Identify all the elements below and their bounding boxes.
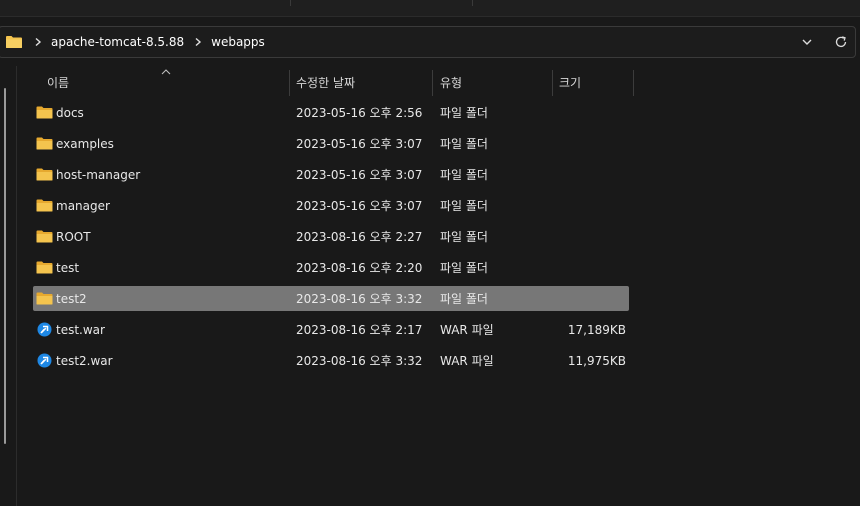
file-icon-cell — [36, 348, 54, 373]
file-type: 파일 폴더 — [440, 230, 488, 244]
file-row[interactable]: ROOT 2023-08-16 오후 2:27 파일 폴더 — [33, 224, 629, 249]
file-row[interactable]: test2 2023-08-16 오후 3:32 파일 폴더 — [33, 286, 629, 311]
file-icon-cell — [36, 162, 54, 187]
file-type: 파일 폴더 — [440, 199, 488, 213]
file-name: docs — [56, 105, 84, 120]
file-name: test — [56, 260, 80, 275]
refresh-button[interactable] — [831, 32, 851, 52]
chevron-right-icon[interactable] — [193, 37, 203, 47]
title-strip-divider — [290, 0, 291, 6]
navigation-pane-scrollbar[interactable] — [4, 88, 6, 444]
file-type: 파일 폴더 — [440, 137, 488, 151]
file-date-modified: 2023-08-16 오후 2:20 — [296, 261, 423, 275]
file-name: test2.war — [56, 353, 113, 368]
file-icon-cell — [36, 100, 54, 125]
column-header-size-label: 크기 — [559, 75, 582, 90]
file-size: 17,189KB — [567, 322, 626, 337]
folder-icon — [36, 168, 53, 181]
file-date-modified: 2023-08-16 오후 2:27 — [296, 230, 423, 244]
folder-icon — [36, 137, 53, 150]
file-type: 파일 폴더 — [440, 168, 488, 182]
file-name: examples — [56, 136, 114, 151]
chevron-right-icon[interactable] — [33, 37, 43, 47]
file-row[interactable]: docs 2023-05-16 오후 2:56 파일 폴더 — [33, 100, 629, 125]
column-resize-handle[interactable] — [633, 70, 634, 96]
file-name: test2 — [56, 291, 87, 306]
folder-icon — [36, 230, 53, 243]
file-date-modified: 2023-05-16 오후 2:56 — [296, 106, 423, 120]
file-row[interactable]: test2.war 2023-08-16 오후 3:32 WAR 파일 11,9… — [33, 348, 629, 373]
address-bar[interactable]: apache-tomcat-8.5.88 webapps — [0, 26, 856, 58]
file-name: host-manager — [56, 167, 141, 182]
war-file-icon — [37, 353, 52, 368]
folder-icon — [6, 36, 22, 48]
file-date-modified: 2023-08-16 오후 3:32 — [296, 354, 423, 368]
folder-icon — [36, 199, 53, 212]
file-icon-cell — [36, 317, 54, 342]
file-icon-cell — [36, 193, 54, 218]
file-type: 파일 폴더 — [440, 292, 488, 306]
file-type: 파일 폴더 — [440, 261, 488, 275]
column-header-date[interactable]: 수정한 날짜 — [296, 68, 431, 96]
folder-icon — [36, 106, 53, 119]
breadcrumb-item-webapps[interactable]: webapps — [211, 35, 265, 49]
refresh-icon — [835, 36, 847, 48]
file-row[interactable]: host-manager 2023-05-16 오후 3:07 파일 폴더 — [33, 162, 629, 187]
navigation-pane-divider[interactable] — [16, 66, 17, 506]
file-date-modified: 2023-05-16 오후 3:07 — [296, 199, 423, 213]
file-explorer-window: apache-tomcat-8.5.88 webapps 이름 수정한 날짜 유… — [0, 0, 860, 506]
column-header-size[interactable]: 크기 — [559, 68, 633, 96]
file-name: manager — [56, 198, 110, 213]
file-row[interactable]: manager 2023-05-16 오후 3:07 파일 폴더 — [33, 193, 629, 218]
file-date-modified: 2023-08-16 오후 2:17 — [296, 323, 423, 337]
file-type: 파일 폴더 — [440, 106, 488, 120]
file-name: ROOT — [56, 229, 91, 244]
file-type: WAR 파일 — [440, 323, 494, 337]
file-icon-cell — [36, 255, 54, 280]
column-resize-handle[interactable] — [289, 70, 290, 96]
column-header-row: 이름 수정한 날짜 유형 크기 — [17, 68, 860, 96]
file-type: WAR 파일 — [440, 354, 494, 368]
file-row[interactable]: examples 2023-05-16 오후 3:07 파일 폴더 — [33, 131, 629, 156]
file-list: docs 2023-05-16 오후 2:56 파일 폴더 examples 2… — [33, 100, 629, 379]
file-date-modified: 2023-05-16 오후 3:07 — [296, 168, 423, 182]
column-header-name-label: 이름 — [47, 75, 70, 90]
folder-icon — [36, 292, 53, 305]
file-date-modified: 2023-05-16 오후 3:07 — [296, 137, 423, 151]
column-resize-handle[interactable] — [552, 70, 553, 96]
title-strip — [0, 0, 860, 17]
war-file-icon — [37, 322, 52, 337]
column-header-type-label: 유형 — [440, 75, 463, 90]
file-name: test.war — [56, 322, 105, 337]
file-row[interactable]: test.war 2023-08-16 오후 2:17 WAR 파일 17,18… — [33, 317, 629, 342]
file-size: 11,975KB — [567, 353, 626, 368]
file-icon-cell — [36, 224, 54, 249]
file-icon-cell — [36, 286, 54, 311]
column-header-date-label: 수정한 날짜 — [296, 75, 356, 90]
column-resize-handle[interactable] — [432, 70, 433, 96]
folder-icon — [36, 261, 53, 274]
file-row[interactable]: test 2023-08-16 오후 2:20 파일 폴더 — [33, 255, 629, 280]
breadcrumb-item-apache-tomcat[interactable]: apache-tomcat-8.5.88 — [51, 35, 184, 49]
file-icon-cell — [36, 131, 54, 156]
column-header-name[interactable]: 이름 — [47, 68, 287, 96]
file-date-modified: 2023-08-16 오후 3:32 — [296, 292, 423, 306]
breadcrumb: apache-tomcat-8.5.88 webapps — [5, 27, 274, 57]
column-header-type[interactable]: 유형 — [440, 68, 550, 96]
title-strip-divider — [472, 0, 473, 6]
chevron-down-icon — [802, 39, 812, 45]
address-history-button[interactable] — [797, 32, 817, 52]
